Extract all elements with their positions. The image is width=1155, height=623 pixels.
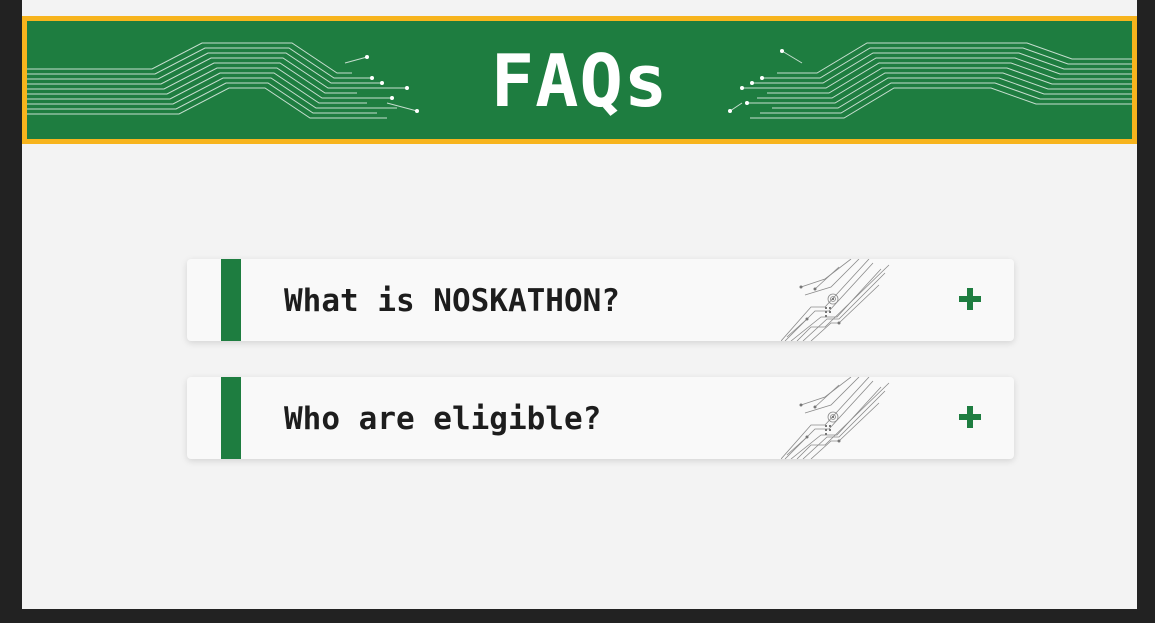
- faq-accent-bar: [221, 259, 241, 341]
- faq-item-what-is-noskathon[interactable]: What is NOSKATHON?: [187, 259, 1014, 341]
- faq-list: What is NOSKATHON? Who are eligible?: [187, 259, 1014, 495]
- faq-accent-bar: [221, 377, 241, 459]
- faq-question: Who are eligible?: [284, 401, 602, 437]
- faq-banner: FAQs: [22, 16, 1137, 144]
- plus-icon[interactable]: [958, 405, 982, 429]
- page: FAQs What is NOSKATHON? Who are eligible…: [22, 0, 1137, 609]
- faq-item-who-are-eligible[interactable]: Who are eligible?: [187, 377, 1014, 459]
- plus-icon[interactable]: [958, 287, 982, 311]
- circuit-icon: [781, 259, 890, 341]
- circuit-icon: [781, 377, 890, 459]
- circuit-lines-icon: [728, 42, 1132, 119]
- faq-question: What is NOSKATHON?: [284, 283, 620, 319]
